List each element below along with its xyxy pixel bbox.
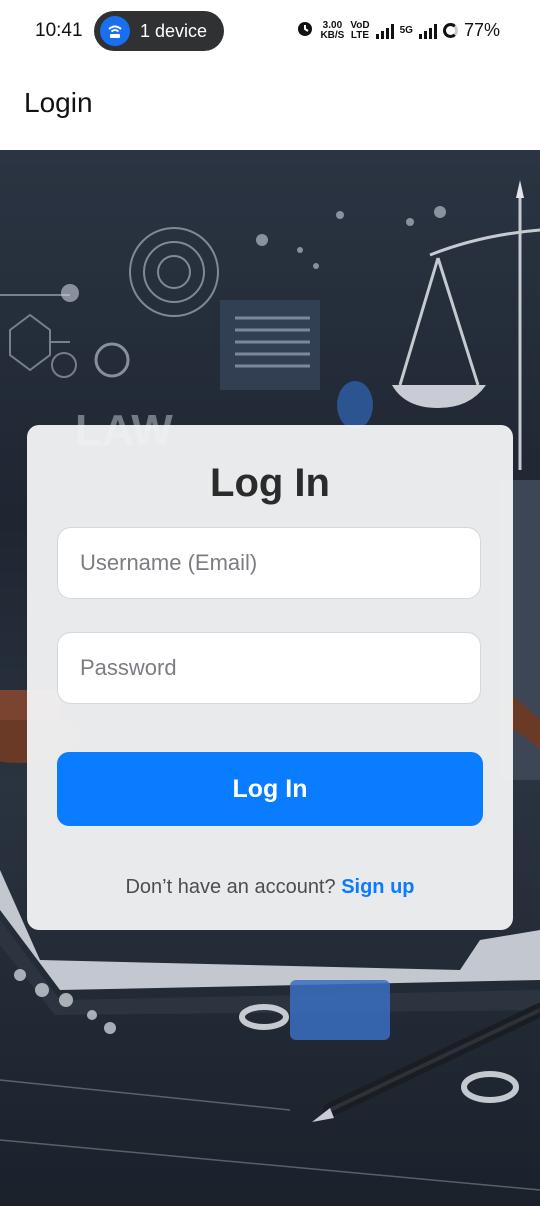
- app-bar: Login: [0, 62, 540, 150]
- signal-icon: [375, 23, 394, 39]
- net-speed-unit: KB/S: [320, 29, 345, 41]
- device-pill-label: 1 device: [140, 20, 208, 41]
- volte-indicator: VoD LTE: [350, 19, 370, 41]
- signup-row: Don’t have an account? Sign up: [27, 876, 513, 899]
- password-field[interactable]: [57, 632, 481, 704]
- status-bar: 10:41 1 device 3.00 KB/S VoD LTE 5G 77%: [0, 0, 540, 62]
- username-input[interactable]: [58, 528, 480, 598]
- status-time: 10:41: [35, 20, 83, 41]
- battery-percent: 77%: [463, 20, 500, 40]
- login-card: Log In Log In Don’t have an account? Sig…: [27, 425, 513, 930]
- login-button[interactable]: Log In: [57, 752, 483, 826]
- page-title: Login: [24, 87, 93, 118]
- battery-ring-icon: [442, 23, 458, 38]
- wifi-hotspot-icon: [100, 16, 130, 46]
- signal-icon-2: [418, 23, 437, 39]
- signup-link[interactable]: Sign up: [341, 876, 414, 898]
- network-type: 5G: [399, 24, 413, 36]
- device-pill[interactable]: 1 device: [94, 11, 224, 51]
- signup-prompt: Don’t have an account?: [125, 876, 336, 898]
- volte-bottom: LTE: [350, 29, 370, 41]
- net-speed-value: 3.00: [322, 19, 343, 31]
- alarm-icon: [296, 19, 314, 42]
- volte-top: VoD: [350, 19, 370, 31]
- password-input[interactable]: [58, 633, 480, 703]
- username-field[interactable]: [57, 527, 481, 599]
- status-icons: 3.00 KB/S VoD LTE 5G 77%: [296, 19, 500, 42]
- net-speed: 3.00 KB/S: [320, 19, 345, 41]
- login-card-title: Log In: [210, 461, 330, 505]
